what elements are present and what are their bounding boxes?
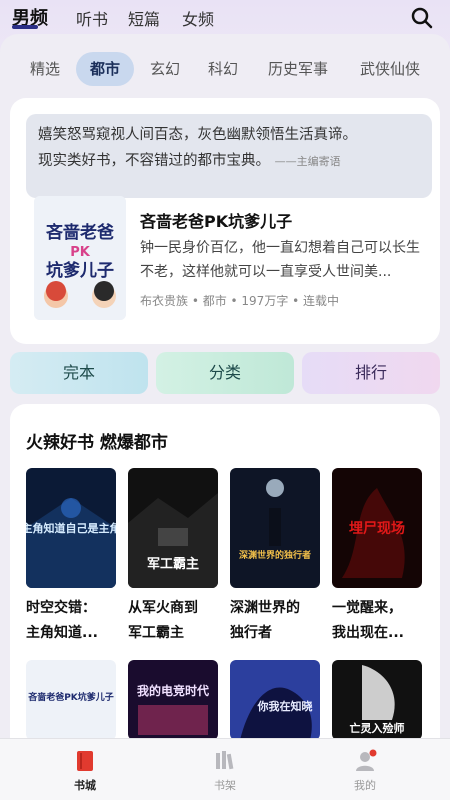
cover-text: 吝啬老爸PK坑爹儿子 [27, 691, 114, 703]
quote-source: ——主编寄语 [274, 155, 341, 168]
book-cover[interactable]: 吝啬老爸PK坑爹儿子 [26, 660, 116, 740]
book-cover[interactable]: 我的电竞时代 [128, 660, 218, 740]
book-title[interactable]: 深渊世界的 独行者 [230, 596, 330, 646]
nav-bookshelf[interactable]: 书架 [180, 739, 270, 800]
tab-audiobook[interactable]: 听书 [76, 6, 108, 30]
cover-text: 我的电竞时代 [137, 683, 209, 698]
categories-button[interactable]: 分类 [156, 352, 294, 394]
editor-quote: 嬉笑怒骂窥视人间百态，灰色幽默领悟生活真谛。 现实类好书，不容错过的都市宝典。 … [26, 114, 432, 198]
book-title[interactable]: 从军火商到 军工霸主 [128, 596, 228, 646]
book-cover[interactable]: 深渊世界的独行者 [230, 468, 320, 588]
top-bar: 男频 听书 短篇 女频 [0, 0, 450, 36]
quote-line-1: 嬉笑怒骂窥视人间百态，灰色幽默领悟生活真谛。 [38, 127, 357, 143]
category-wuxia[interactable]: 武侠仙侠 [360, 52, 420, 86]
cover-line-2: PK [70, 245, 91, 260]
nav-label: 书城 [74, 779, 96, 792]
featured-book-meta: 布衣贵族 • 都市 • 197万字 • 连载中 [140, 294, 340, 308]
nav-label: 我的 [354, 779, 376, 792]
book-cover[interactable]: 你我在知晓 [230, 660, 320, 740]
section-title: 火辣好书 燃爆都市 [26, 433, 168, 453]
category-tabs: 精选 都市 玄幻 科幻 历史军事 武侠仙侠 [0, 52, 450, 88]
book-cover[interactable]: 主角知道自己是主角 [26, 468, 116, 588]
search-icon[interactable] [410, 6, 434, 30]
book-cover[interactable]: 军工霸主 [128, 468, 218, 588]
tab-short[interactable]: 短篇 [128, 6, 160, 30]
bookshelf-icon [216, 751, 234, 770]
book-icon [77, 751, 93, 771]
cover-text: 亡灵入殓师 [350, 721, 405, 735]
book-title[interactable]: 时空交错： 主角知道... [26, 596, 126, 646]
book-title[interactable]: 一觉醒来， 我出现在... [332, 596, 432, 646]
category-featured[interactable]: 精选 [30, 52, 60, 86]
user-icon [356, 749, 377, 771]
featured-book-description: 钟一民身价百亿，他一直幻想着自己可以长生不老，这样他就可以一直享受人世间美... [140, 240, 420, 280]
category-history[interactable]: 历史军事 [268, 52, 328, 86]
featured-book-title[interactable]: 吝啬老爸PK坑爹儿子 [140, 208, 292, 232]
featured-book-cover[interactable]: 吝啬老爸 PK 坑爹儿子 [34, 196, 126, 320]
nav-mine[interactable]: 我的 [320, 739, 410, 800]
complete-books-button[interactable]: 完本 [10, 352, 148, 394]
ranking-button[interactable]: 排行 [302, 352, 440, 394]
cover-text: 你我在知晓 [257, 699, 313, 713]
cover-text: 埋尸现场 [349, 521, 405, 537]
category-urban[interactable]: 都市 [76, 52, 135, 86]
cover-text: 军工霸主 [147, 556, 199, 572]
nav-bookstore[interactable]: 书城 [40, 739, 130, 800]
quote-line-2: 现实类好书，不容错过的都市宝典。 ——主编寄语 [38, 153, 341, 169]
notification-dot [369, 749, 377, 757]
nav-label: 书架 [214, 779, 236, 792]
bottom-nav: 书城 书架 我的 [0, 738, 450, 800]
book-cover[interactable]: 亡灵入殓师 [332, 660, 422, 740]
category-scifi[interactable]: 科幻 [208, 52, 238, 86]
cover-text: 深渊世界的独行者 [239, 549, 311, 561]
cover-line-1: 吝啬老爸 [45, 222, 114, 243]
active-tab-indicator [12, 25, 38, 29]
cover-line-3: 坑爹儿子 [46, 260, 114, 281]
tab-female[interactable]: 女频 [182, 6, 214, 30]
category-fantasy[interactable]: 玄幻 [150, 52, 180, 86]
book-cover[interactable]: 埋尸现场 [332, 468, 422, 588]
cover-text: 主角知道自己是主角 [26, 521, 116, 535]
